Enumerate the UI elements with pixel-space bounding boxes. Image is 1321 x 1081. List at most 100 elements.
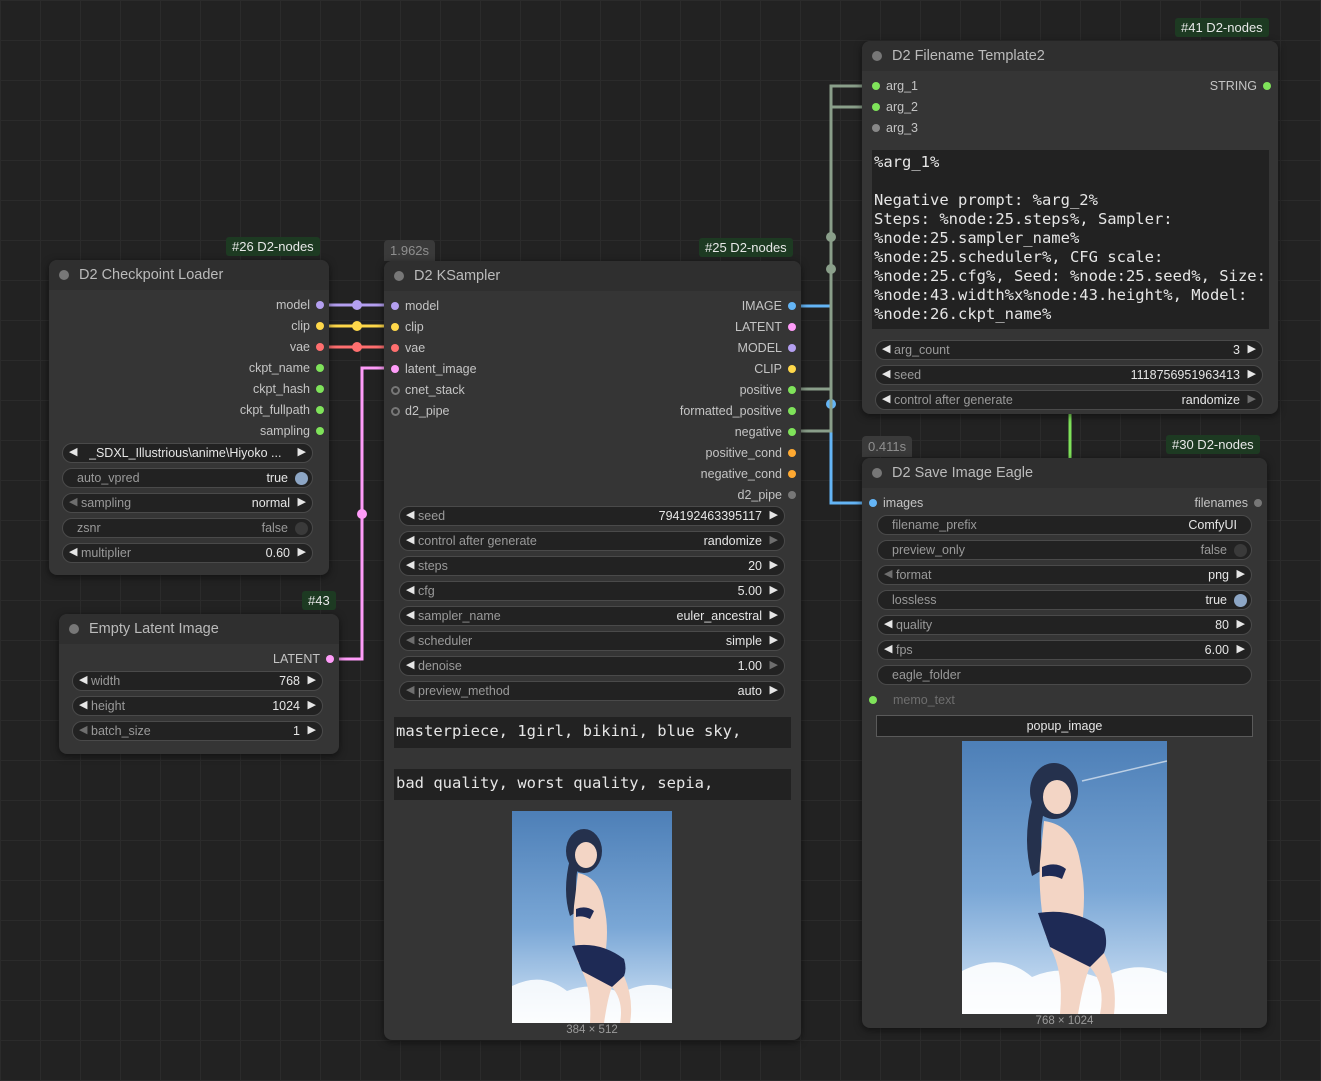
input-dot-icon[interactable] xyxy=(391,302,399,310)
node25-title-bar[interactable]: D2 KSampler xyxy=(384,261,801,291)
decrement-arrow-icon[interactable]: ◀ xyxy=(884,642,892,655)
preview-method-combo[interactable]: ◀ preview_method auto ▶ xyxy=(399,681,785,701)
increment-arrow-icon[interactable]: ▶ xyxy=(308,723,316,736)
node-empty-latent-image[interactable]: Empty Latent Image LATENT ◀ width 768 ▶ … xyxy=(59,614,339,754)
input-dot-icon[interactable] xyxy=(872,82,880,90)
output-slot-image[interactable]: IMAGE xyxy=(742,296,801,316)
eagle-folder-input[interactable]: eagle_folder xyxy=(877,665,1252,685)
output-slot-string[interactable]: STRING xyxy=(1210,76,1276,96)
output-dot-icon[interactable] xyxy=(326,655,334,663)
toggle-knob-icon[interactable] xyxy=(1234,544,1247,557)
negative-prompt-textarea[interactable]: bad quality, worst quality, sepia, xyxy=(394,769,791,800)
output-dot-icon[interactable] xyxy=(1254,499,1262,507)
batch-size-widget[interactable]: ◀ batch_size 1 ▶ xyxy=(72,721,323,741)
output-slot-positive-cond[interactable]: positive_cond xyxy=(706,443,801,463)
auto-vpred-toggle[interactable]: auto_vpred true xyxy=(62,468,313,488)
output-slot-ckpt-name[interactable]: ckpt_name xyxy=(249,358,329,378)
seed-widget[interactable]: ◀ seed 794192463395117 ▶ xyxy=(399,506,785,526)
next-arrow-icon[interactable]: ▶ xyxy=(298,495,306,508)
output-slot-clip[interactable]: clip xyxy=(291,316,329,336)
output-dot-icon[interactable] xyxy=(316,427,324,435)
decrement-arrow-icon[interactable]: ◀ xyxy=(79,698,87,711)
increment-arrow-icon[interactable]: ▶ xyxy=(298,545,306,558)
node30-title-bar[interactable]: D2 Save Image Eagle xyxy=(862,458,1267,488)
ckpt-name-combo[interactable]: ◀ _SDXL_Illustrious\anime\Hiyoko ... ▶ xyxy=(62,443,313,463)
output-dot-icon[interactable] xyxy=(788,407,796,415)
decrement-arrow-icon[interactable]: ◀ xyxy=(406,558,414,571)
input-slot-d2-pipe[interactable]: d2_pipe xyxy=(386,401,450,421)
increment-arrow-icon[interactable]: ▶ xyxy=(308,673,316,686)
output-slot-negative[interactable]: negative xyxy=(735,422,801,442)
previous-arrow-icon[interactable]: ◀ xyxy=(69,495,77,508)
increment-arrow-icon[interactable]: ▶ xyxy=(770,583,778,596)
next-arrow-icon[interactable]: ▶ xyxy=(770,683,778,696)
output-slot-d2-pipe[interactable]: d2_pipe xyxy=(738,485,802,505)
denoise-widget[interactable]: ◀ denoise 1.00 ▶ xyxy=(399,656,785,676)
output-slot-formatted-positive[interactable]: formatted_positive xyxy=(680,401,801,421)
sampler-name-combo[interactable]: ◀ sampler_name euler_ancestral ▶ xyxy=(399,606,785,626)
previous-arrow-icon[interactable]: ◀ xyxy=(69,445,77,458)
multiplier-widget[interactable]: ◀ multiplier 0.60 ▶ xyxy=(62,543,313,563)
toggle-knob-icon[interactable] xyxy=(295,522,308,535)
decrement-arrow-icon[interactable]: ◀ xyxy=(884,617,892,630)
decrement-arrow-icon[interactable]: ◀ xyxy=(882,342,890,355)
node-filename-template[interactable]: D2 Filename Template2 arg_1 arg_2 arg_3 … xyxy=(862,41,1278,414)
decrement-arrow-icon[interactable]: ◀ xyxy=(79,673,87,686)
node26-title-bar[interactable]: D2 Checkpoint Loader xyxy=(49,260,329,290)
zsnr-toggle[interactable]: zsnr false xyxy=(62,518,313,538)
steps-widget[interactable]: ◀ steps 20 ▶ xyxy=(399,556,785,576)
output-dot-icon[interactable] xyxy=(788,491,796,499)
increment-arrow-icon[interactable]: ▶ xyxy=(770,658,778,671)
input-dot-icon[interactable] xyxy=(391,386,400,395)
positive-prompt-textarea[interactable]: masterpiece, 1girl, bikini, blue sky, xyxy=(394,717,791,748)
output-dot-icon[interactable] xyxy=(316,343,324,351)
quality-widget[interactable]: ◀ quality 80 ▶ xyxy=(877,615,1252,635)
popup-image-button[interactable]: popup_image xyxy=(876,715,1253,737)
output-slot-model[interactable]: model xyxy=(276,295,329,315)
output-dot-icon[interactable] xyxy=(788,323,796,331)
increment-arrow-icon[interactable]: ▶ xyxy=(1248,367,1256,380)
cfg-widget[interactable]: ◀ cfg 5.00 ▶ xyxy=(399,581,785,601)
node-ksampler[interactable]: D2 KSampler model clip vae latent_image … xyxy=(384,261,801,1040)
next-arrow-icon[interactable]: ▶ xyxy=(770,608,778,621)
output-dot-icon[interactable] xyxy=(788,386,796,394)
collapse-dot-icon[interactable] xyxy=(872,468,882,478)
input-dot-icon[interactable] xyxy=(391,407,400,416)
input-dot-icon[interactable] xyxy=(391,365,399,373)
input-slot-latent-image[interactable]: latent_image xyxy=(386,359,477,379)
node41-title-bar[interactable]: D2 Filename Template2 xyxy=(862,41,1278,71)
input-dot-icon[interactable] xyxy=(872,103,880,111)
output-dot-icon[interactable] xyxy=(316,364,324,372)
next-arrow-icon[interactable]: ▶ xyxy=(1237,567,1245,580)
input-dot-icon[interactable] xyxy=(869,499,877,507)
input-slot-arg3[interactable]: arg_3 xyxy=(867,118,918,138)
output-dot-icon[interactable] xyxy=(316,322,324,330)
output-dot-icon[interactable] xyxy=(316,301,324,309)
decrement-arrow-icon[interactable]: ◀ xyxy=(406,508,414,521)
increment-arrow-icon[interactable]: ▶ xyxy=(1237,617,1245,630)
decrement-arrow-icon[interactable]: ◀ xyxy=(882,392,890,405)
increment-arrow-icon[interactable]: ▶ xyxy=(1248,392,1256,405)
output-slot-latent[interactable]: LATENT xyxy=(735,317,801,337)
input-dot-icon[interactable] xyxy=(869,696,877,704)
input-dot-icon[interactable] xyxy=(391,323,399,331)
output-slot-sampling[interactable]: sampling xyxy=(260,421,329,441)
lossless-toggle[interactable]: lossless true xyxy=(877,590,1252,610)
control-after-generate-widget[interactable]: ◀ control after generate randomize ▶ xyxy=(399,531,785,551)
scheduler-combo[interactable]: ◀ scheduler simple ▶ xyxy=(399,631,785,651)
decrement-arrow-icon[interactable]: ◀ xyxy=(406,658,414,671)
input-dot-icon[interactable] xyxy=(391,344,399,352)
collapse-dot-icon[interactable] xyxy=(69,624,79,634)
output-slot-filenames[interactable]: filenames xyxy=(1195,493,1268,513)
output-slot-model[interactable]: MODEL xyxy=(738,338,801,358)
height-widget[interactable]: ◀ height 1024 ▶ xyxy=(72,696,323,716)
input-slot-vae[interactable]: vae xyxy=(386,338,425,358)
increment-arrow-icon[interactable]: ▶ xyxy=(1248,342,1256,355)
output-dot-icon[interactable] xyxy=(788,344,796,352)
seed-widget[interactable]: ◀ seed 1118756951963413 ▶ xyxy=(875,365,1263,385)
previous-arrow-icon[interactable]: ◀ xyxy=(884,567,892,580)
previous-arrow-icon[interactable]: ◀ xyxy=(406,683,414,696)
preview-only-toggle[interactable]: preview_only false xyxy=(877,540,1252,560)
output-dot-icon[interactable] xyxy=(788,449,796,457)
input-slot-clip[interactable]: clip xyxy=(386,317,424,337)
